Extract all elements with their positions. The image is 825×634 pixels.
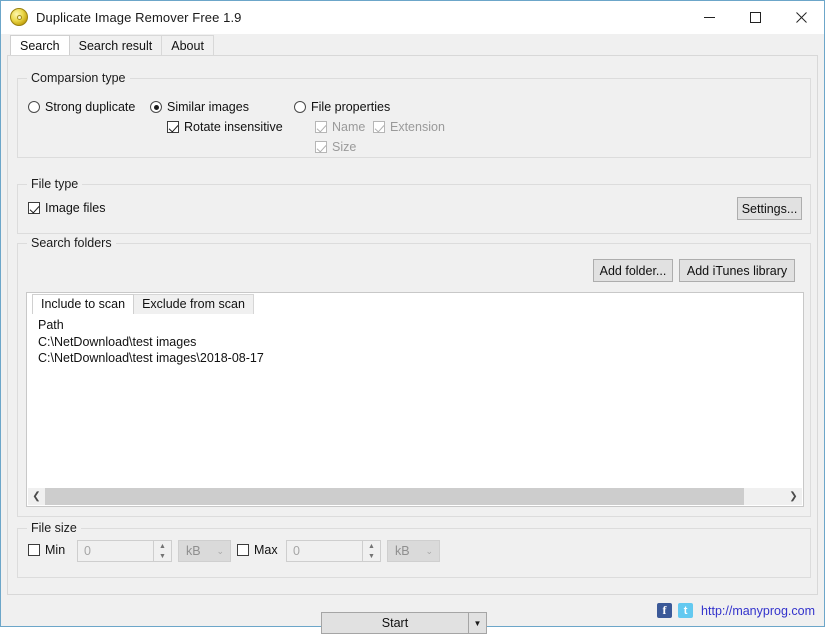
start-dropdown-button[interactable]: ▼ [469,612,487,634]
radio-strong-duplicate-label: Strong duplicate [45,100,136,114]
file-type-group: File type Image files Settings... [17,177,811,234]
website-link[interactable]: http://manyprog.com [701,604,815,618]
close-button[interactable] [778,1,824,33]
min-size-spinner[interactable]: ▲ ▼ [153,541,171,561]
scrollbar-thumb[interactable] [45,488,745,505]
max-size-unit-select[interactable]: kB ⌄ [387,540,440,562]
min-size-value: 0 [84,544,91,558]
search-folders-group: Search folders Add folder... Add iTunes … [17,236,811,517]
maximize-button[interactable] [732,1,778,33]
checkbox-min-size-label: Min [45,543,66,557]
checkbox-max-size-label: Max [254,543,278,557]
checkbox-rotate-insensitive-label: Rotate insensitive [184,120,283,134]
search-tab-page: C S SnapFiles Comparsion type Strong dup… [7,55,818,634]
checkbox-extension-label: Extension [390,120,445,134]
settings-button[interactable]: Settings... [737,197,802,220]
checkbox-min-size-indicator [28,544,40,556]
chevron-down-icon: ⌄ [216,545,224,556]
add-folder-button[interactable]: Add folder... [593,259,673,282]
list-item[interactable]: C:\NetDownload\test images [27,334,803,350]
file-size-label: File size [27,521,81,535]
checkbox-image-files-indicator [28,202,40,214]
checkbox-name: Name [315,120,365,134]
min-size-spinner-up-icon[interactable]: ▲ [154,541,171,551]
checkbox-size-indicator [315,141,327,153]
radio-similar-images-label: Similar images [167,100,249,114]
horizontal-scrollbar[interactable]: ❮ ❯ [28,488,802,505]
list-item[interactable]: C:\NetDownload\test images\2018-08-17 [27,350,803,366]
max-size-spinner[interactable]: ▲ ▼ [362,541,380,561]
tab-about[interactable]: About [161,35,214,55]
max-size-spinner-up-icon[interactable]: ▲ [363,541,380,551]
tab-search-result[interactable]: Search result [68,35,163,55]
window-title: Duplicate Image Remover Free 1.9 [36,9,242,25]
min-size-unit-value: kB [186,544,201,558]
scrollbar-track[interactable] [45,488,785,505]
checkbox-image-files[interactable]: Image files [28,201,105,215]
radio-strong-duplicate[interactable]: Strong duplicate [28,100,135,114]
comparison-type-group: Comparsion type Strong duplicate Similar… [17,71,811,158]
title-bar: Duplicate Image Remover Free 1.9 [1,1,824,34]
radio-file-properties-label: File properties [311,100,391,114]
tab-include-to-scan[interactable]: Include to scan [32,294,135,314]
min-size-spinner-down-icon[interactable]: ▼ [154,551,171,561]
scroll-left-icon[interactable]: ❮ [28,488,45,505]
checkbox-max-size[interactable]: Max [237,543,278,557]
checkbox-name-indicator [315,121,327,133]
max-size-unit-value: kB [395,544,410,558]
comparison-type-label: Comparsion type [27,71,130,85]
path-column-header: Path [38,318,64,332]
max-size-spinner-down-icon[interactable]: ▼ [363,551,380,561]
chevron-down-icon: ⌄ [425,545,433,556]
radio-strong-duplicate-indicator [28,101,40,113]
window-controls [686,1,824,33]
checkbox-extension-indicator [373,121,385,133]
min-size-input[interactable]: 0 ▲ ▼ [77,540,172,562]
checkbox-image-files-label: Image files [45,201,106,215]
checkbox-extension: Extension [373,120,445,134]
max-size-value: 0 [293,544,300,558]
facebook-icon[interactable]: f [657,603,673,618]
radio-similar-images[interactable]: Similar images [150,100,249,114]
start-button[interactable]: Start [321,612,469,634]
app-disc-icon [10,8,28,26]
add-itunes-library-button[interactable]: Add iTunes library [679,259,795,282]
checkbox-rotate-insensitive-indicator [167,121,179,133]
checkbox-rotate-insensitive[interactable]: Rotate insensitive [167,120,283,134]
folders-tabstrip: Include to scan Exclude from scan [27,293,803,314]
file-size-group: File size Min 0 ▲ ▼ kB ⌄ Max 0 ▲ ▼ kB ⌄ [17,521,811,578]
application-window: Duplicate Image Remover Free 1.9 Search … [0,0,825,634]
checkbox-size: Size [315,140,356,154]
radio-file-properties[interactable]: File properties [294,100,390,114]
twitter-icon[interactable]: t [678,603,694,618]
file-type-label: File type [27,177,83,191]
folders-listbox: Include to scan Exclude from scan Path C… [26,292,804,507]
radio-file-properties-indicator [294,101,306,113]
min-size-unit-select[interactable]: kB ⌄ [178,540,231,562]
checkbox-size-label: Size [332,140,357,154]
minimize-button[interactable] [686,1,732,33]
checkbox-max-size-indicator [237,544,249,556]
start-button-group: Start ▼ [321,612,487,634]
main-tabstrip: Search Search result About [1,34,824,55]
tab-exclude-from-scan[interactable]: Exclude from scan [133,294,254,314]
radio-similar-images-indicator [150,101,162,113]
scroll-right-icon[interactable]: ❯ [785,488,802,505]
tab-search[interactable]: Search [10,35,70,55]
max-size-input[interactable]: 0 ▲ ▼ [286,540,381,562]
checkbox-name-label: Name [332,120,366,134]
search-folders-label: Search folders [27,236,116,250]
checkbox-min-size[interactable]: Min [28,543,65,557]
